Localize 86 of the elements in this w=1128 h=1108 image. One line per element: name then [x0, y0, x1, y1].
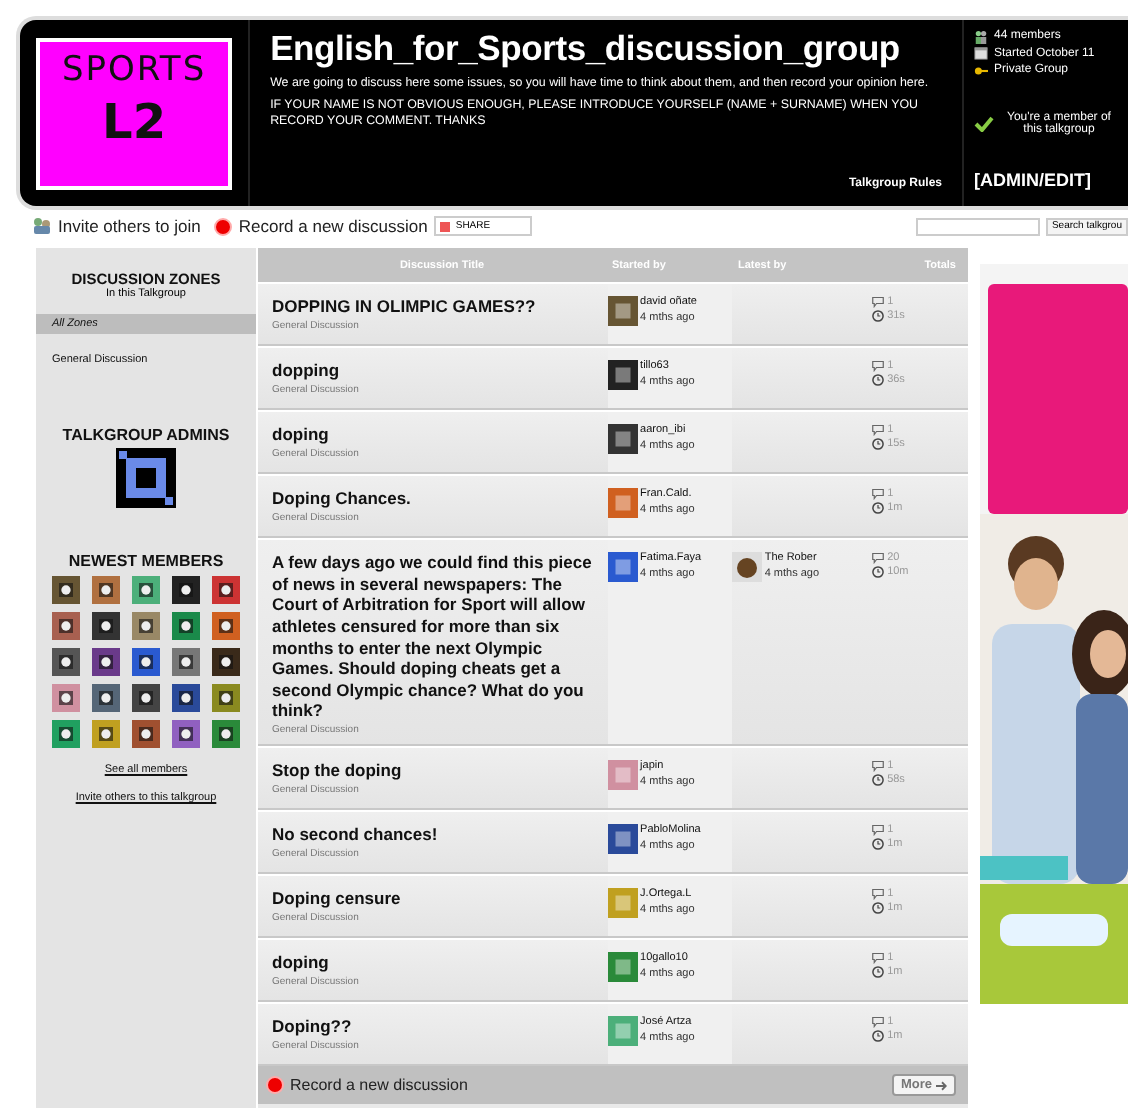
- section-title: NEWEST MEMBERS: [68, 552, 224, 570]
- key-icon: [974, 63, 988, 78]
- member-avatar-icon: [92, 720, 120, 748]
- comment-icon: [871, 824, 884, 836]
- avatar-icon: [608, 952, 639, 982]
- member-avatar-icon: [52, 720, 80, 748]
- discussion-title[interactable]: doping: [272, 952, 609, 974]
- member-avatar-icon: [52, 684, 80, 712]
- clock-icon: [871, 966, 884, 978]
- avatar-icon: [608, 888, 639, 918]
- member-avatar-icon: [172, 576, 200, 604]
- record-discussion-link[interactable]: Record a new discussion: [290, 1076, 468, 1094]
- logo-text: SPORTS: [61, 50, 207, 90]
- discussion-title[interactable]: Doping Chances.: [272, 488, 609, 510]
- comment-icon: [871, 552, 884, 564]
- record-icon: [266, 1076, 284, 1094]
- comment-icon: [871, 360, 884, 372]
- comment-icon: [871, 1016, 884, 1028]
- avatar-icon: [608, 296, 639, 326]
- member-avatar-icon: [172, 720, 200, 748]
- discussion-title[interactable]: Stop the doping: [272, 760, 609, 782]
- checkmark-icon: [974, 115, 994, 131]
- comment-icon: [871, 424, 884, 436]
- clock-icon: [871, 438, 884, 450]
- avatar-icon: [608, 552, 639, 582]
- member-avatar-icon: [92, 648, 120, 676]
- avatar-icon: [608, 424, 639, 454]
- member-avatar-icon: [132, 576, 160, 604]
- discussion-title[interactable]: dopping: [272, 360, 609, 382]
- discussion-title[interactable]: A few days ago we could find this piece of news in several newspapers: The Court of Arbitration for Sport will allow athletes censured for more than six months to enter the next Olympic Games. Should doping cheats get a second Olympic chance? What do you think?: [272, 552, 609, 722]
- avatar-icon: [608, 760, 639, 790]
- search-field[interactable]: [915, 217, 1040, 235]
- group-title: English_for_Sports_discussion_group: [270, 28, 902, 70]
- member-avatar-icon: [92, 612, 120, 640]
- discussion-title[interactable]: DOPPING IN OLIMPIC GAMES??: [272, 296, 609, 318]
- discussion-title[interactable]: Doping censure: [272, 888, 609, 910]
- clock-icon: [871, 838, 884, 850]
- member-avatar-icon: [212, 612, 240, 640]
- member-avatar-icon: [172, 684, 200, 712]
- clock-icon: [871, 502, 884, 514]
- comment-icon: [871, 488, 884, 500]
- member-avatar-icon: [52, 576, 80, 604]
- member-avatar-icon: [212, 720, 240, 748]
- member-avatar-icon: [132, 684, 160, 712]
- comment-icon: [871, 760, 884, 772]
- clock-icon: [871, 774, 884, 786]
- member-avatar-icon: [92, 684, 120, 712]
- member-avatar-icon: [52, 612, 80, 640]
- clock-icon: [871, 374, 884, 386]
- clock-icon: [871, 566, 884, 578]
- avatar-icon: [116, 448, 176, 508]
- record-icon: [214, 217, 233, 235]
- record-discussion-link[interactable]: Record a new discussion: [238, 216, 428, 236]
- clock-icon: [871, 902, 884, 914]
- avatar-icon: [608, 1016, 639, 1046]
- discussion-title[interactable]: No second chances!: [272, 824, 609, 846]
- admin-edit-link[interactable]: [ADMIN/EDIT]: [974, 170, 1118, 190]
- clock-icon: [871, 310, 884, 322]
- member-avatar-icon: [212, 576, 240, 604]
- member-avatar-icon: [132, 648, 160, 676]
- member-avatar-icon: [212, 648, 240, 676]
- logo-text: L2: [102, 94, 167, 150]
- member-avatar-icon: [172, 648, 200, 676]
- comment-icon: [871, 296, 884, 308]
- avatar-icon: [608, 488, 639, 518]
- member-avatar-icon: [212, 684, 240, 712]
- discussion-title[interactable]: doping: [272, 424, 609, 446]
- member-avatar-icon: [172, 612, 200, 640]
- members-icon: [974, 29, 988, 44]
- discussion-title[interactable]: Doping??: [272, 1016, 609, 1038]
- clock-icon: [871, 1030, 884, 1042]
- avatar-icon: [732, 552, 763, 582]
- arrow-icon: [936, 1079, 948, 1091]
- comment-icon: [871, 888, 884, 900]
- member-avatar-icon: [52, 648, 80, 676]
- member-avatar-icon: [92, 576, 120, 604]
- discussion-row[interactable]: [258, 538, 968, 746]
- people-icon: [32, 216, 52, 236]
- section-title: TALKGROUP ADMINS: [62, 426, 230, 444]
- member-avatar-icon: [132, 612, 160, 640]
- invite-link[interactable]: Invite others to join: [58, 216, 201, 236]
- comment-icon: [871, 952, 884, 964]
- member-avatar-icon: [132, 720, 160, 748]
- calendar-icon: [974, 46, 988, 61]
- avatar-icon: [608, 824, 639, 854]
- avatar-icon: [608, 360, 639, 390]
